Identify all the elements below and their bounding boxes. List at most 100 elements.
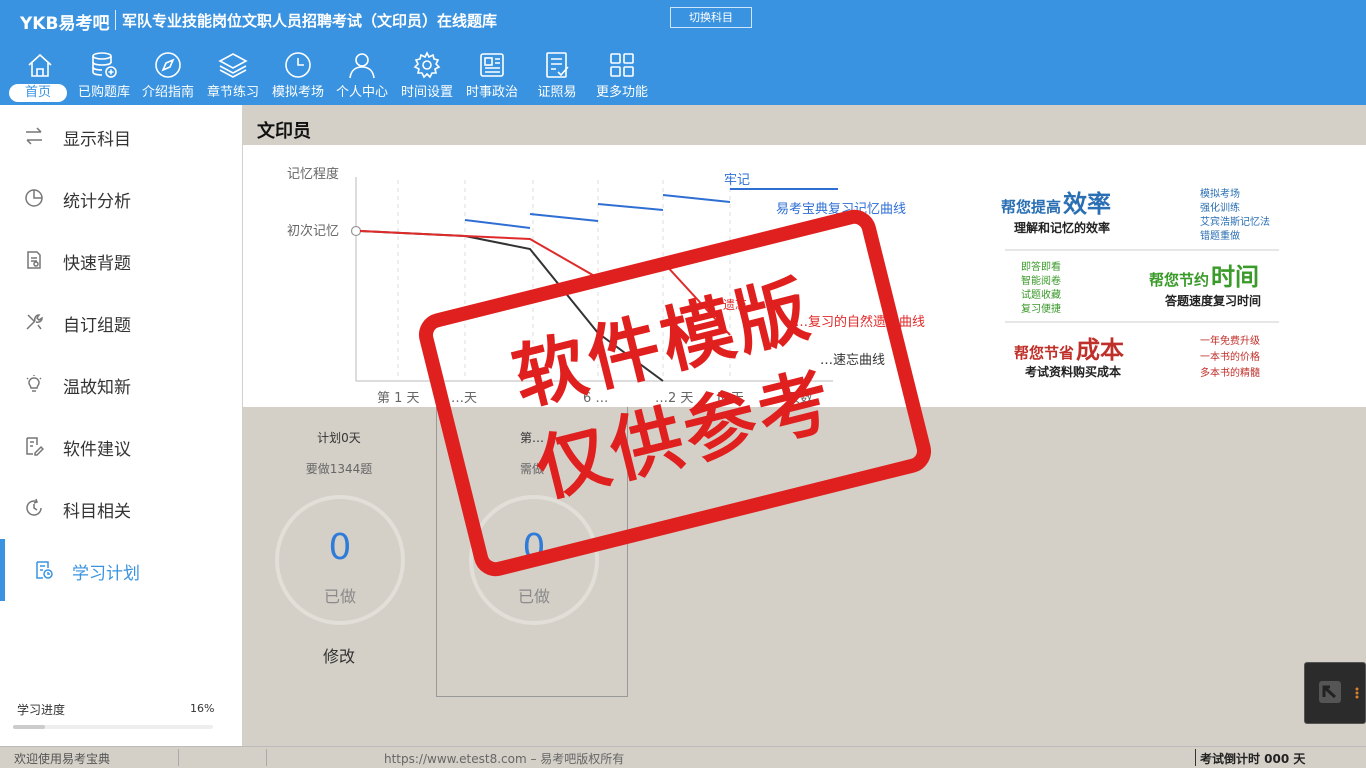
copyright-text: https://www.etest8.com – 易考吧版权所有: [384, 752, 625, 766]
nav-purchased[interactable]: 已购题库: [72, 46, 136, 104]
status-divider: [266, 749, 267, 766]
checklist-icon: [546, 52, 569, 78]
done-count: 0: [328, 527, 352, 568]
status-divider: [178, 749, 179, 766]
sidebar-item-label: 学习计划: [72, 564, 140, 584]
nav-label: 模拟考场: [271, 85, 324, 100]
origin-point: [350, 225, 362, 237]
sidebar-item-custom-quiz[interactable]: 自订组题: [0, 291, 242, 353]
tools-icon: [26, 314, 43, 330]
progress-percent: 16%: [190, 702, 215, 715]
promo-efficiency-prefix: 帮您提高: [1001, 198, 1061, 216]
app-title: 军队专业技能岗位文职人员招聘考试（文印员）在线题库: [122, 12, 498, 30]
sidebar-item-label: 统计分析: [63, 192, 131, 212]
gear-icon: [413, 51, 441, 79]
promo-list-item: 强化训练: [1200, 201, 1240, 214]
active-indicator: [0, 539, 5, 601]
progress-ring: 0 已做: [275, 495, 405, 625]
clock-icon: [285, 52, 311, 78]
sidebar-item-label: 温故知新: [63, 378, 131, 398]
nav-mock-exam[interactable]: 模拟考场: [266, 46, 330, 104]
x-tick-label: 第 1 天: [377, 391, 420, 406]
sidebar-item-label: 显示科目: [63, 130, 131, 150]
sidebar-item-study-plan[interactable]: 学习计划: [0, 539, 242, 601]
user-icon: [349, 53, 375, 79]
pie-chart-icon: [25, 189, 43, 207]
promo-list-item: 即答即看: [1021, 260, 1061, 273]
nav-label: 介绍指南: [141, 85, 194, 100]
sidebar-item-statistics[interactable]: 统计分析: [0, 167, 242, 229]
promo-time-sub: 答题速度复习时间: [1165, 293, 1261, 308]
compass-icon: [155, 52, 181, 78]
exam-countdown: 考试倒计时 000 天: [1200, 752, 1306, 766]
y-axis-top-label: 记忆程度: [287, 166, 339, 182]
nav-label: 更多功能: [595, 85, 648, 100]
nav-home[interactable]: 首页: [8, 46, 72, 104]
newspaper-icon: [480, 53, 504, 77]
modify-plan-button[interactable]: 修改: [243, 643, 435, 667]
sidebar-item-review[interactable]: 温故知新: [0, 353, 242, 415]
nav-label: 首页: [9, 84, 67, 102]
promo-cost-big: 成本: [1076, 336, 1124, 364]
sidebar-item-label: 快速背题: [63, 254, 131, 274]
sidebar-item-label: 自订组题: [63, 316, 131, 336]
nav-politics[interactable]: 时事政治: [460, 46, 524, 104]
grid-icon: [610, 53, 634, 77]
nav-time-settings[interactable]: 时间设置: [395, 46, 459, 104]
promo-list-item: 试题收藏: [1021, 288, 1061, 301]
sidebar-item-label: 软件建议: [63, 440, 131, 460]
nav-more[interactable]: 更多功能: [590, 46, 654, 104]
sidebar-item-label: 科目相关: [63, 502, 131, 522]
widget-icon: [1319, 681, 1359, 703]
sidebar-item-quick-memorize[interactable]: 快速背题: [0, 229, 242, 291]
blue-curve-segment: [529, 213, 599, 222]
status-divider: [1195, 749, 1196, 766]
home-icon: [28, 53, 52, 77]
promo-time-prefix: 帮您节约: [1149, 271, 1209, 289]
edit-icon: [26, 437, 44, 456]
app-logo: YKB易考吧: [20, 14, 110, 34]
nav-label: 个人中心: [335, 85, 388, 100]
y-axis-first-label: 初次记忆: [287, 223, 339, 239]
progress-fill: [13, 725, 45, 729]
promo-list-item: 多本书的精髓: [1200, 366, 1260, 379]
welcome-text: 欢迎使用易考宝典: [14, 752, 111, 766]
top-header: YKB易考吧 军队专业技能岗位文职人员招聘考试（文印员）在线题库 切换科目 首页…: [0, 0, 1366, 105]
done-label: 已做: [323, 587, 356, 606]
layers-icon: [218, 53, 248, 78]
lightbulb-icon: [26, 375, 42, 392]
nav-certificate[interactable]: 证照易: [525, 46, 589, 104]
promo-list-item: 模拟考场: [1200, 187, 1240, 200]
floating-widget[interactable]: [1304, 662, 1366, 724]
document-icon: [27, 251, 41, 269]
blue-curve-segment: [464, 219, 531, 229]
nav-label: 时事政治: [465, 85, 518, 100]
switch-subject-button[interactable]: 切换科目: [670, 7, 752, 28]
nav-label: 已购题库: [77, 85, 130, 100]
plan-card: 计划0天 要做1344题 0 已做 修改: [243, 407, 435, 697]
progress-track: [13, 725, 213, 729]
plan-icon: [36, 561, 53, 579]
main-title-bar: 文印员: [243, 105, 1366, 145]
promo-cost-sub: 考试资料购买成本: [1025, 364, 1121, 379]
nav-label: 时间设置: [400, 85, 453, 100]
promo-list-item: 错题重做: [1200, 229, 1240, 242]
plan-title: 计划0天: [317, 431, 361, 445]
promo-cost-prefix: 帮您节省: [1014, 344, 1074, 362]
blue-curve-segment: [597, 203, 664, 211]
nav-profile[interactable]: 个人中心: [330, 46, 394, 104]
promo-list-item: 一年免费升级: [1200, 334, 1260, 347]
page-title: 文印员: [257, 121, 311, 142]
promo-list-item: 艾宾浩斯记忆法: [1200, 215, 1270, 228]
sidebar-item-show-subject[interactable]: 显示科目: [0, 105, 242, 167]
sidebar-item-feedback[interactable]: 软件建议: [0, 415, 242, 477]
sidebar-item-related[interactable]: 科目相关: [0, 477, 242, 539]
promo-list-item: 智能阅卷: [1021, 274, 1061, 287]
nav-guide[interactable]: 介绍指南: [136, 46, 200, 104]
promo-efficiency-sub: 理解和记忆的效率: [1014, 220, 1110, 235]
nav-chapter[interactable]: 章节练习: [201, 46, 265, 104]
plan-subtitle: 要做1344题: [305, 462, 373, 476]
sidebar: 显示科目 统计分析 快速背题 自订组题 温故知新 软件建议 科目相关 学习计划 …: [0, 105, 242, 746]
promo-efficiency-big: 效率: [1063, 190, 1111, 218]
title-divider: [115, 10, 116, 30]
